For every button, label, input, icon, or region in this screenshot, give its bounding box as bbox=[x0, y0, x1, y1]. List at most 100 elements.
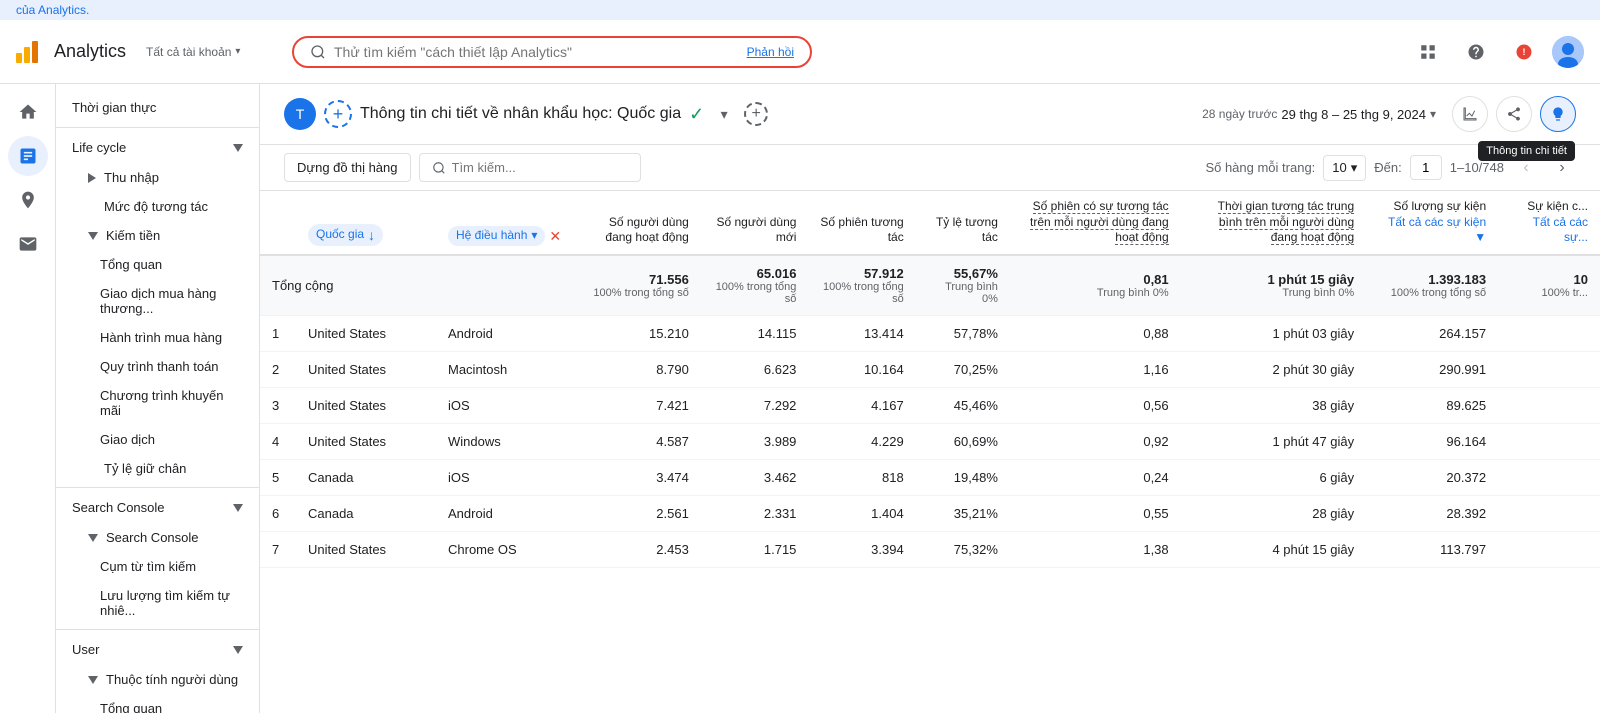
total-engaged-sessions: 0,81 Trung bình 0% bbox=[1010, 255, 1181, 316]
table-row: 7 United States Chrome OS 2.453 1.715 3.… bbox=[260, 531, 1600, 567]
col-header-num bbox=[260, 191, 296, 255]
title-dropdown-icon[interactable]: ▾ bbox=[712, 102, 736, 126]
col-header-country[interactable]: Quốc gia ↓ bbox=[296, 191, 436, 255]
page-header: T + Thông tin chi tiết về nhân khẩu học:… bbox=[260, 84, 1600, 145]
table-container: Quốc gia ↓ Hệ điều hành ▾ ✕ bbox=[260, 191, 1600, 568]
segment-selector[interactable]: Dựng đồ thị hàng bbox=[284, 153, 411, 182]
sidebar-item-kiem-tien[interactable]: Kiếm tiền bbox=[56, 221, 259, 250]
sidebar-item-quy-trinh[interactable]: Quy trình thanh toán bbox=[56, 352, 259, 381]
lifecycle-section: Life cycle Thu nhập Mức độ tương tác Kiế… bbox=[56, 132, 259, 483]
sidebar-item-tong-quan[interactable]: Tổng quan bbox=[56, 250, 259, 279]
explore-nav-icon[interactable] bbox=[8, 180, 48, 220]
page-title: Thông tin chi tiết về nhân khẩu học: Quố… bbox=[360, 105, 681, 123]
help-icon-button[interactable] bbox=[1456, 32, 1496, 72]
country-filter-badge: Quốc gia ↓ bbox=[308, 224, 383, 246]
app-title: Analytics bbox=[54, 41, 126, 62]
page-header-left: T + Thông tin chi tiết về nhân khẩu học:… bbox=[284, 98, 768, 130]
go-to-input[interactable] bbox=[1410, 155, 1442, 180]
search-console-section: Search Console Search Console Cụm từ tìm… bbox=[56, 492, 259, 625]
row-os: Android bbox=[436, 315, 576, 351]
top-bar: Analytics Tất cả tài khoản ▾ Phản hồi ! bbox=[0, 20, 1600, 84]
search-console-header[interactable]: Search Console bbox=[56, 492, 259, 523]
table-row: 4 United States Windows 4.587 3.989 4.22… bbox=[260, 423, 1600, 459]
sidebar-item-hanh-trinh[interactable]: Hành trình mua hàng bbox=[56, 323, 259, 352]
grid-icon-button[interactable] bbox=[1408, 32, 1448, 72]
notifications-icon-button[interactable]: ! bbox=[1504, 32, 1544, 72]
table-search-icon bbox=[432, 161, 446, 175]
total-events2: 10 100% tr... bbox=[1498, 255, 1600, 316]
home-nav-icon[interactable] bbox=[8, 92, 48, 132]
t-avatar: T bbox=[284, 98, 316, 130]
os-filter-badge: Hệ điều hành ▾ bbox=[448, 226, 545, 246]
ga-logo bbox=[16, 41, 38, 63]
page-header-right: 28 ngày trước 29 thg 8 – 25 thg 9, 2024 … bbox=[1194, 96, 1576, 132]
main-content: T + Thông tin chi tiết về nhân khẩu học:… bbox=[260, 84, 1600, 713]
sidebar-item-cum-tu[interactable]: Cụm từ tìm kiếm bbox=[56, 552, 259, 581]
col-header-os[interactable]: Hệ điều hành ▾ ✕ bbox=[436, 191, 576, 255]
rows-select-chevron-icon: ▾ bbox=[1351, 160, 1358, 176]
total-sessions: 57.912 100% trong tổng số bbox=[808, 255, 915, 316]
row-new-users: 14.115 bbox=[701, 315, 809, 351]
total-row: Tổng cộng 71.556 100% trong tổng số 65.0… bbox=[260, 255, 1600, 316]
add-button[interactable]: + bbox=[744, 102, 768, 126]
sidebar-item-chuong-trinh[interactable]: Chương trình khuyến mãi bbox=[56, 381, 259, 425]
row-events: 264.157 bbox=[1366, 315, 1498, 351]
avatar[interactable] bbox=[1552, 36, 1584, 68]
os-filter-chevron[interactable]: ▾ bbox=[531, 228, 537, 244]
row-num: 1 bbox=[260, 315, 296, 351]
col-header-events[interactable]: Số lượng sự kiện Tất cả các sự kiện ▼ bbox=[1366, 191, 1498, 255]
lifecycle-header[interactable]: Life cycle bbox=[56, 132, 259, 163]
total-active-users: 71.556 100% trong tổng số bbox=[576, 255, 701, 316]
check-circle-icon: ✓ bbox=[689, 104, 704, 125]
thuoc-tinh-expand-icon bbox=[88, 676, 98, 684]
thu-nhap-expand-icon bbox=[88, 173, 96, 183]
share-icon-button[interactable] bbox=[1496, 96, 1532, 132]
search-icon bbox=[310, 44, 326, 60]
row-events2 bbox=[1498, 315, 1600, 351]
search-console-expand-icon bbox=[233, 504, 243, 512]
sidebar-item-giao-dich[interactable]: Giao dịch bbox=[56, 425, 259, 454]
search-console-sub-expand bbox=[88, 534, 98, 542]
sidebar-item-luu-luong[interactable]: Lưu lượng tìm kiếm tự nhiê... bbox=[56, 581, 259, 625]
os-filter-remove[interactable]: ✕ bbox=[549, 227, 561, 245]
rows-per-page-selector[interactable]: 10 ▾ bbox=[1323, 155, 1366, 181]
insights-icon-button[interactable]: Thông tin chi tiết bbox=[1540, 96, 1576, 132]
go-to-label: Đến: bbox=[1374, 160, 1401, 175]
col-header-new-users: Số người dùng mới bbox=[701, 191, 809, 255]
table-row: 3 United States iOS 7.421 7.292 4.167 45… bbox=[260, 387, 1600, 423]
date-range-selector[interactable]: 28 ngày trước 29 thg 8 – 25 thg 9, 2024 … bbox=[1194, 103, 1444, 126]
search-box[interactable]: Phản hồi bbox=[292, 36, 812, 68]
comparison-view-icon-button[interactable] bbox=[1452, 96, 1488, 132]
table-row: 6 Canada Android 2.561 2.331 1.404 35,21… bbox=[260, 495, 1600, 531]
user-header[interactable]: User bbox=[56, 634, 259, 665]
sidebar-item-giao-dich-mua-hang[interactable]: Giao dịch mua hàng thương... bbox=[56, 279, 259, 323]
sidebar-item-ty-le-giu[interactable]: Tỷ lệ giữ chân bbox=[56, 454, 259, 483]
row-avg-time: 1 phút 03 giây bbox=[1181, 315, 1366, 351]
insights-tooltip: Thông tin chi tiết bbox=[1478, 141, 1575, 161]
data-table: Quốc gia ↓ Hệ điều hành ▾ ✕ bbox=[260, 191, 1600, 568]
row-country: United States bbox=[296, 315, 436, 351]
add-comparison-button[interactable]: + bbox=[324, 100, 352, 128]
top-bar-left: Analytics Tất cả tài khoản ▾ bbox=[16, 41, 276, 63]
sidebar-item-thuoc-tinh[interactable]: Thuộc tính người dùng bbox=[56, 665, 259, 694]
table-search-box[interactable] bbox=[419, 153, 641, 182]
country-filter-remove[interactable]: ↓ bbox=[368, 226, 375, 244]
col-header-engagement-rate: Tỷ lệ tương tác bbox=[916, 191, 1010, 255]
kiem-tien-expand-icon bbox=[88, 232, 98, 240]
reports-nav-icon[interactable] bbox=[8, 136, 48, 176]
table-search-input[interactable] bbox=[452, 160, 628, 175]
col-header-avg-time: Thời gian tương tác trung bình trên mỗi … bbox=[1181, 191, 1366, 255]
sidebar-realtime[interactable]: Thời gian thực bbox=[56, 92, 259, 123]
toolbar: Dựng đồ thị hàng Số hàng mỗi trang: 10 ▾… bbox=[260, 145, 1600, 191]
account-selector[interactable]: Tất cả tài khoản ▾ bbox=[138, 41, 248, 63]
sidebar-item-search-console[interactable]: Search Console bbox=[56, 523, 259, 552]
search-input[interactable] bbox=[334, 44, 739, 60]
user-expand-icon bbox=[233, 646, 243, 654]
feedback-link[interactable]: Phản hồi bbox=[747, 45, 794, 59]
sidebar-item-thu-nhap[interactable]: Thu nhập bbox=[56, 163, 259, 192]
advertising-nav-icon[interactable] bbox=[8, 224, 48, 264]
sidebar-item-muc-do[interactable]: Mức độ tương tác bbox=[56, 192, 259, 221]
total-avg-time: 1 phút 15 giây Trung bình 0% bbox=[1181, 255, 1366, 316]
col-header-events2[interactable]: Sự kiện c... Tất cả các sự... bbox=[1498, 191, 1600, 255]
sidebar: Thời gian thực Life cycle Thu nhập Mức đ… bbox=[56, 84, 260, 713]
